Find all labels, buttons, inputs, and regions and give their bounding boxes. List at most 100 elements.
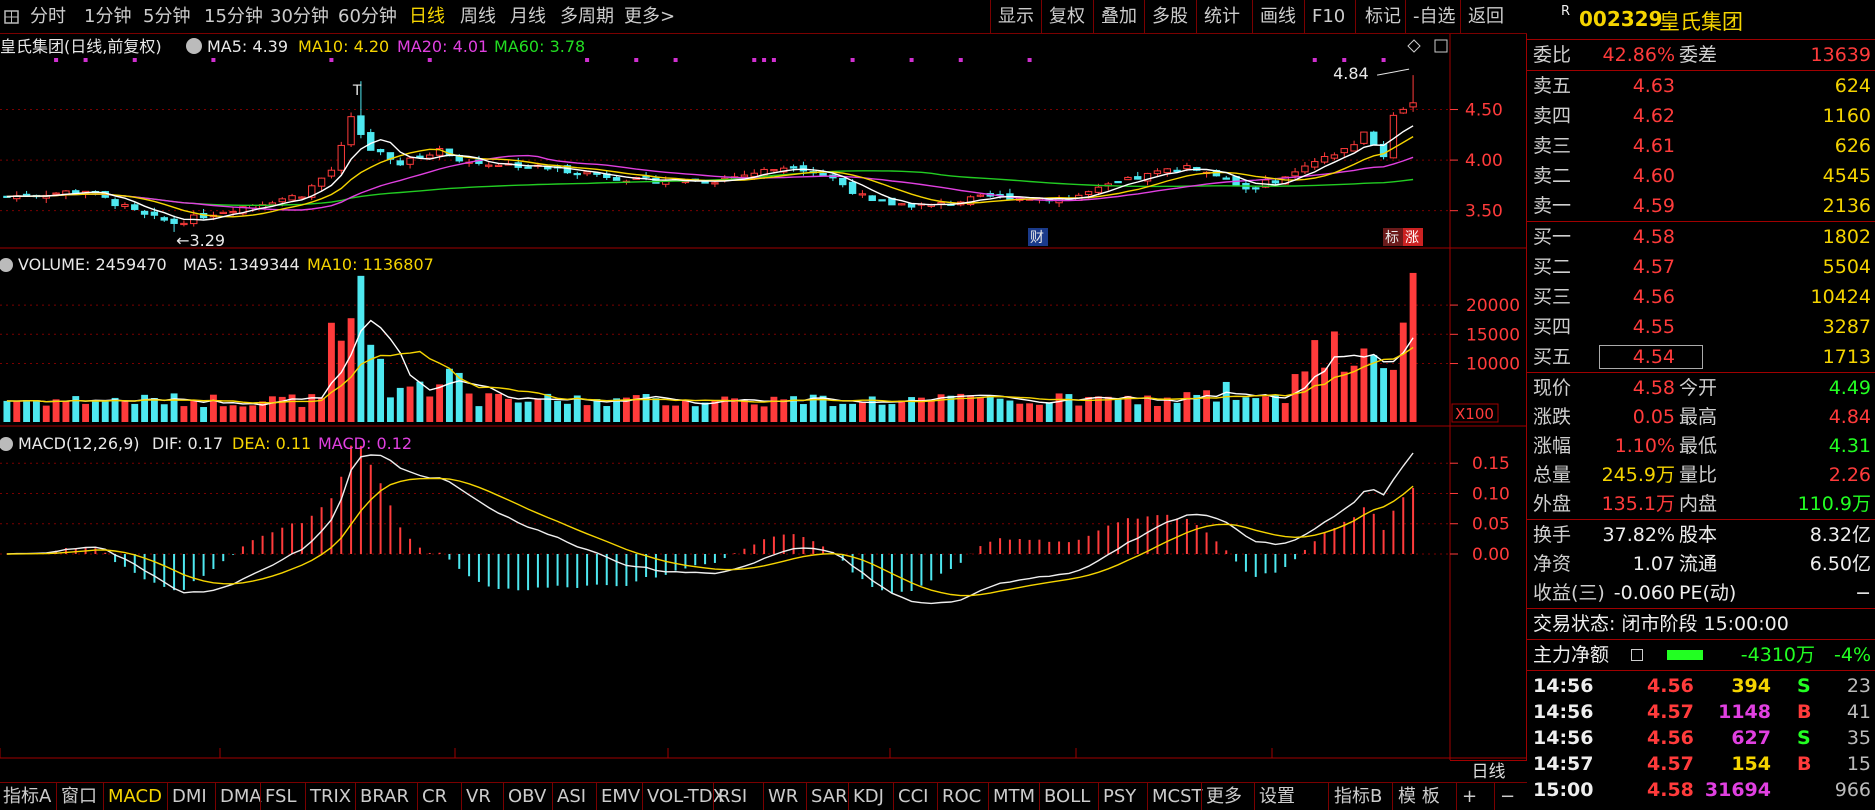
candle-body[interactable] xyxy=(72,190,80,194)
volume-bar[interactable] xyxy=(327,322,335,422)
volume-bar[interactable] xyxy=(1399,322,1407,422)
volume-bar[interactable] xyxy=(672,405,680,422)
volume-bar[interactable] xyxy=(898,400,906,422)
volume-bar[interactable] xyxy=(347,318,355,422)
bottombar-right-button-1[interactable]: 模 板 xyxy=(1398,783,1440,810)
volume-bar[interactable] xyxy=(1380,368,1388,422)
candle-body[interactable] xyxy=(1084,191,1093,196)
candle-body[interactable] xyxy=(839,177,847,186)
indicator-tab-2[interactable]: MACD xyxy=(108,783,162,810)
volume-bar[interactable] xyxy=(986,395,994,422)
bid-row[interactable]: 买四 4.55 3287 xyxy=(1527,312,1875,342)
volume-bar[interactable] xyxy=(1291,374,1299,422)
volume-bar[interactable] xyxy=(465,393,473,422)
volume-bar[interactable] xyxy=(180,406,188,422)
volume-bar[interactable] xyxy=(534,398,542,422)
candle-body[interactable] xyxy=(131,204,139,210)
candle-body[interactable] xyxy=(219,211,227,215)
volume-bar[interactable] xyxy=(1271,394,1279,422)
volume-bar[interactable] xyxy=(554,400,562,422)
indicator-tab-22[interactable]: PSY xyxy=(1103,783,1136,810)
candle-body[interactable] xyxy=(1183,165,1191,170)
indicator-tab-7[interactable]: BRAR xyxy=(360,783,409,810)
candle-body[interactable] xyxy=(229,211,237,214)
candle-body[interactable] xyxy=(878,199,886,202)
ask-row[interactable]: 卖五 4.63 624 xyxy=(1527,71,1875,101)
indicator-tab-16[interactable]: SAR xyxy=(811,783,848,810)
volume-bar[interactable] xyxy=(1242,397,1250,422)
tool-button-5[interactable]: 画线 xyxy=(1260,0,1296,34)
indicator-tab-9[interactable]: VR xyxy=(466,783,491,810)
tool-button-4[interactable]: 统计 xyxy=(1204,0,1240,34)
volume-bar[interactable] xyxy=(1144,395,1152,422)
candle-body[interactable] xyxy=(701,181,709,184)
period-tab-4[interactable]: 30分钟 xyxy=(270,0,329,34)
volume-bar[interactable] xyxy=(691,406,699,422)
volume-bar[interactable] xyxy=(1006,400,1014,422)
candle-body[interactable] xyxy=(770,169,778,172)
candle-body[interactable] xyxy=(1153,170,1162,175)
candle-body[interactable] xyxy=(819,173,827,177)
candle-body[interactable] xyxy=(1320,156,1329,163)
period-tab-9[interactable]: 多周期 xyxy=(560,0,614,34)
volume-bar[interactable] xyxy=(1340,371,1348,422)
volume-bars[interactable] xyxy=(3,272,1417,422)
candle-body[interactable] xyxy=(160,217,168,221)
candle-body[interactable] xyxy=(898,203,906,206)
volume-bar[interactable] xyxy=(1173,402,1181,422)
volume-bar[interactable] xyxy=(1350,365,1358,422)
candle-body[interactable] xyxy=(1124,176,1132,181)
volume-bar[interactable] xyxy=(32,400,40,422)
volume-bar[interactable] xyxy=(927,400,935,422)
tool-button-0[interactable]: 显示 xyxy=(998,0,1034,34)
volume-bar[interactable] xyxy=(1360,348,1368,422)
tick-row[interactable]: 14:56 4.56 394 S 23 xyxy=(1527,673,1875,699)
candle-body[interactable] xyxy=(357,115,365,135)
volume-bar[interactable] xyxy=(1232,399,1240,422)
volume-bar[interactable] xyxy=(396,387,404,422)
volume-bar[interactable] xyxy=(1281,403,1289,422)
volume-bar[interactable] xyxy=(495,393,503,422)
candle-body[interactable] xyxy=(740,174,749,178)
volume-bar[interactable] xyxy=(613,398,621,422)
macd-histogram[interactable] xyxy=(7,445,1415,594)
candle-body[interactable] xyxy=(337,144,345,171)
volume-bar[interactable] xyxy=(1321,367,1329,422)
volume-bar[interactable] xyxy=(485,393,493,422)
volume-bar[interactable] xyxy=(967,395,975,422)
volume-bar[interactable] xyxy=(357,275,365,422)
volume-bar[interactable] xyxy=(701,402,709,422)
candle-body[interactable] xyxy=(1301,165,1309,173)
dropdown-circle-icon[interactable] xyxy=(0,437,13,451)
candle-body[interactable] xyxy=(180,222,188,226)
candle-body[interactable] xyxy=(524,166,532,169)
volume-bar[interactable] xyxy=(249,405,257,422)
volume-bar[interactable] xyxy=(1262,396,1270,422)
volume-bar[interactable] xyxy=(170,393,178,422)
tool-button-6[interactable]: F10 xyxy=(1312,0,1345,34)
ask-row[interactable]: 卖二 4.60 4545 xyxy=(1527,161,1875,191)
period-tab-0[interactable]: 分时 xyxy=(30,0,66,34)
volume-bar[interactable] xyxy=(62,400,70,422)
tick-row[interactable]: 14:56 4.56 627 S 35 xyxy=(1527,725,1875,751)
volume-bar[interactable] xyxy=(111,397,119,422)
volume-bar[interactable] xyxy=(829,406,837,422)
volume-bar[interactable] xyxy=(996,398,1004,422)
candle-body[interactable] xyxy=(1094,186,1103,193)
volume-bar[interactable] xyxy=(976,397,984,422)
candle-body[interactable] xyxy=(150,211,159,216)
period-tab-2[interactable]: 5分钟 xyxy=(143,0,190,34)
period-tab-8[interactable]: 月线 xyxy=(510,0,546,34)
bottombar-right-button-2[interactable]: + xyxy=(1462,783,1477,810)
indicator-tab-0[interactable]: 指标A xyxy=(3,783,51,810)
volume-bar[interactable] xyxy=(1252,398,1260,422)
tick-row[interactable]: 14:56 4.57 1148 B 41 xyxy=(1527,699,1875,725)
bottombar-right-button-3[interactable]: − xyxy=(1500,783,1515,810)
candle-body[interactable] xyxy=(1330,154,1339,159)
grid-icon[interactable] xyxy=(3,0,21,34)
candle-body[interactable] xyxy=(789,166,798,169)
candle-body[interactable] xyxy=(573,172,581,176)
indicator-tab-1[interactable]: 窗口 xyxy=(61,783,97,810)
volume-bar[interactable] xyxy=(23,400,31,422)
volume-bar[interactable] xyxy=(13,401,21,422)
